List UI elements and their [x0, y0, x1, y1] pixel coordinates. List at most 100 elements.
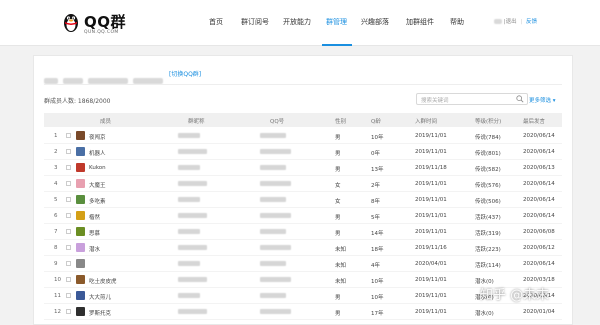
level-cell: 活跃(437) — [475, 215, 501, 221]
more-filter-button[interactable]: 更多筛选 ▾ — [529, 96, 556, 104]
table-row[interactable]: 8 潜水 未知 18年 2019/11/16 活跃(223) 2020/06/12 — [44, 240, 562, 256]
table-row[interactable]: 12 罗斯托克 男 17年 2019/11/01 潜水(0) 2020/01/04 — [44, 304, 562, 320]
qq-penguin-icon — [64, 14, 78, 32]
switch-group-link[interactable]: [切换QQ群] — [169, 69, 201, 78]
member-name[interactable]: 夜闯京 — [89, 133, 106, 141]
row-checkbox[interactable] — [66, 133, 71, 138]
member-name[interactable]: 大魔王 — [89, 181, 106, 189]
col-gender[interactable]: 性别 — [335, 117, 346, 125]
col-nickname[interactable]: 群昵称 — [188, 117, 205, 125]
member-name[interactable]: 大大煎儿 — [89, 293, 111, 301]
join-time-cell: 2019/11/01 — [415, 309, 447, 315]
search-icon[interactable] — [516, 95, 524, 103]
gender-cell: 女 — [335, 183, 341, 189]
member-name[interactable]: 机器人 — [89, 149, 106, 157]
logout-link[interactable]: |退出 — [504, 19, 517, 25]
row-index: 9 — [54, 261, 58, 267]
col-last-speak[interactable]: 最后发言 — [523, 117, 545, 125]
search-box[interactable]: 搜索关键词 — [416, 93, 528, 105]
row-checkbox[interactable] — [66, 229, 71, 234]
table-row[interactable]: 4 大魔王 女 2年 2019/11/01 传说(576) 2020/06/14 — [44, 176, 562, 192]
gender-cell: 男 — [335, 215, 341, 221]
qq-number-blurred — [260, 197, 286, 202]
level-cell: 传说(784) — [475, 135, 501, 141]
table-row[interactable]: 9 未知 4年 2020/04/01 活跃(114) 2020/06/14 — [44, 256, 562, 272]
qq-number-blurred — [260, 213, 291, 218]
qq-age-cell: 4年 — [371, 263, 380, 269]
member-name[interactable]: Kukon — [89, 165, 106, 171]
divider: | — [520, 19, 523, 25]
top-header: QQ群 QUN.QQ.COM 首页 群订阅号 开放能力 群管理 兴趣部落 加群组… — [0, 0, 600, 46]
group-member-panel: [切换QQ群] 群成员人数: 1868/2000 搜索关键词 更多筛选 ▾ 成员… — [33, 55, 573, 325]
row-checkbox[interactable] — [66, 213, 71, 218]
qq-age-cell: 18年 — [371, 247, 384, 253]
nickname-blurred — [178, 165, 200, 170]
row-checkbox[interactable] — [66, 245, 71, 250]
qq-number-blurred — [260, 165, 286, 170]
table-row[interactable]: 2 机器人 男 0年 2019/11/01 传说(801) 2020/06/14 — [44, 144, 562, 160]
nav-help[interactable]: 帮助 — [450, 17, 464, 27]
member-name[interactable]: 楷然 — [89, 213, 100, 221]
level-cell: 潜水(0) — [475, 311, 494, 317]
last-speak-cell: 2020/06/14 — [523, 133, 555, 139]
table-row[interactable]: 3 Kukon 男 13年 2019/11/18 传说(582) 2020/06/13 — [44, 160, 562, 176]
gender-cell: 男 — [335, 135, 341, 141]
qq-age-cell: 10年 — [371, 279, 384, 285]
row-checkbox[interactable] — [66, 261, 71, 266]
level-cell: 传说(582) — [475, 167, 501, 173]
table-row[interactable]: 5 多吃素 女 8年 2019/11/01 传说(506) 2020/06/14 — [44, 192, 562, 208]
nickname-blurred — [178, 261, 200, 266]
row-checkbox[interactable] — [66, 181, 71, 186]
col-join-time[interactable]: 入群时间 — [415, 117, 437, 125]
table-row[interactable]: 6 楷然 男 5年 2019/11/01 活跃(437) 2020/06/14 — [44, 208, 562, 224]
member-name[interactable]: 多吃素 — [89, 197, 106, 205]
row-index: 1 — [54, 133, 58, 139]
last-speak-cell: 2020/06/12 — [523, 245, 555, 251]
last-speak-cell: 2020/06/14 — [523, 149, 555, 155]
col-member[interactable]: 成员 — [100, 117, 111, 125]
row-checkbox[interactable] — [66, 165, 71, 170]
user-area: |退出 | 反馈 — [494, 17, 537, 25]
nav-interest-tribe[interactable]: 兴趣部落 — [361, 17, 389, 27]
avatar — [76, 131, 85, 140]
level-cell: 活跃(319) — [475, 231, 501, 237]
col-level[interactable]: 等级(积分) — [475, 117, 501, 125]
table-row[interactable]: 1 夜闯京 男 10年 2019/11/01 传说(784) 2020/06/14 — [44, 128, 562, 144]
nickname-blurred — [178, 149, 207, 154]
qq-number-blurred — [260, 133, 286, 138]
qq-number-blurred — [260, 309, 291, 314]
qq-age-cell: 5年 — [371, 215, 380, 221]
nav-open-capability[interactable]: 开放能力 — [283, 17, 311, 27]
join-time-cell: 2019/11/01 — [415, 149, 447, 155]
col-qq[interactable]: QQ号 — [270, 117, 284, 125]
member-name[interactable]: 罗斯托克 — [89, 309, 111, 317]
row-checkbox[interactable] — [66, 197, 71, 202]
level-cell: 传说(801) — [475, 151, 501, 157]
table-row[interactable]: 7 思慕 男 14年 2019/11/01 活跃(319) 2020/06/08 — [44, 224, 562, 240]
row-checkbox[interactable] — [66, 149, 71, 154]
row-checkbox[interactable] — [66, 309, 71, 314]
nav-join-widget[interactable]: 加群组件 — [406, 17, 434, 27]
nickname-blurred — [178, 197, 200, 202]
feedback-link[interactable]: 反馈 — [526, 19, 537, 25]
gender-cell: 男 — [335, 295, 341, 301]
gender-cell: 未知 — [335, 247, 347, 253]
nav-group-subscription[interactable]: 群订阅号 — [241, 17, 269, 27]
nickname-blurred — [178, 309, 207, 314]
avatar — [76, 195, 85, 204]
nav-home[interactable]: 首页 — [209, 17, 223, 27]
row-checkbox[interactable] — [66, 293, 71, 298]
active-nav-indicator — [322, 44, 352, 46]
row-index: 7 — [54, 229, 58, 235]
member-name[interactable]: 吃土皮皮虎 — [89, 277, 117, 285]
col-qq-age[interactable]: Q龄 — [371, 117, 381, 125]
member-name[interactable]: 潜水 — [89, 245, 100, 253]
nickname-blurred — [178, 213, 207, 218]
avatar — [76, 147, 85, 156]
row-checkbox[interactable] — [66, 277, 71, 282]
join-time-cell: 2019/11/16 — [415, 245, 447, 251]
nav-group-manage[interactable]: 群管理 — [326, 17, 347, 27]
member-name[interactable]: 思慕 — [89, 229, 100, 237]
search-placeholder: 搜索关键词 — [421, 98, 449, 104]
qq-group-logo[interactable]: QQ群 QUN.QQ.COM — [62, 9, 132, 39]
